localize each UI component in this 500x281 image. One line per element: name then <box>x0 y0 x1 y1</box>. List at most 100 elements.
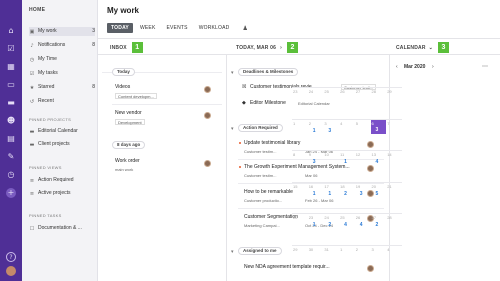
calendar-day[interactable]: 18 2 <box>339 183 355 211</box>
calendar-day[interactable]: 7 <box>386 120 402 148</box>
add-icon[interactable]: + <box>6 188 16 198</box>
grid-icon[interactable]: ▤ <box>6 134 16 144</box>
tab-workload[interactable]: WORKLOAD <box>195 23 234 33</box>
sidebar-item-my-time[interactable]: ◷ My Time <box>29 55 95 64</box>
calendar-day[interactable]: 17 1 <box>323 183 339 211</box>
task-tag[interactable]: Customer testim... <box>244 173 276 178</box>
calendar-task-count[interactable]: 1 <box>344 159 347 165</box>
calendar-task-count[interactable]: 5 <box>376 191 379 197</box>
calendar-task-count[interactable]: 3 <box>313 159 316 165</box>
section-deadlines[interactable]: Deadlines & Milestones <box>238 68 299 76</box>
calendar-header[interactable]: CALENDAR ⌄ 3 <box>396 39 450 56</box>
tab-today[interactable]: TODAY <box>107 23 133 33</box>
calendar-day[interactable]: 27 <box>355 88 371 116</box>
calendar-day[interactable]: 23 1 <box>308 214 324 242</box>
calendar-task-count[interactable]: 4 <box>360 222 363 228</box>
calendar-day[interactable]: 28 <box>386 214 402 242</box>
calendar-day[interactable]: 24 2 <box>323 214 339 242</box>
pinned-view-active-projects[interactable]: ≡ Active projects <box>29 189 95 198</box>
calendar-day[interactable]: 4 <box>339 120 355 148</box>
calendar-day[interactable]: 33 <box>323 120 339 148</box>
calendar-day[interactable]: 2 <box>355 246 371 274</box>
calendar-day[interactable]: 24 <box>308 88 324 116</box>
calendar-day[interactable]: 4 <box>386 246 402 274</box>
pinned-project-client-projects[interactable]: ▬ Client projects <box>29 140 95 149</box>
calendar-day[interactable]: 25 <box>323 88 339 116</box>
check-icon[interactable]: ☑ <box>6 44 16 54</box>
today-task-title[interactable]: How to be remarkable <box>244 189 293 195</box>
calendar-day[interactable]: 11 1 <box>339 151 355 179</box>
section-action-required[interactable]: Action Required <box>238 124 283 132</box>
calendar-day[interactable]: 23 <box>292 88 308 116</box>
sidebar-item-recent[interactable]: ↺ Recent <box>29 97 95 106</box>
calendar-task-count[interactable]: 3 <box>376 127 379 133</box>
task-check-icon[interactable]: ☒ <box>242 84 246 90</box>
pinned-task-documentation[interactable]: ☐ Documentation & ... <box>29 224 95 233</box>
calendar-task-count[interactable]: 2 <box>328 222 331 228</box>
sidebar-item-my-tasks[interactable]: ☑ My tasks <box>29 69 95 78</box>
inbox-header[interactable]: INBOX 1 <box>110 39 143 56</box>
calendar-day[interactable]: 21 <box>308 120 324 148</box>
collapse-icon[interactable]: ▾ <box>231 70 234 76</box>
calendar-day[interactable]: 28 <box>371 88 387 116</box>
home-icon[interactable]: ⌂ <box>6 26 16 36</box>
calendar-day[interactable]: 93 <box>308 151 324 179</box>
sidebar-item-my-work[interactable]: ▣ My work 3 <box>29 27 95 36</box>
calendar-task-count[interactable]: 3 <box>360 191 363 197</box>
calendar-task-count[interactable]: 2 <box>344 191 347 197</box>
next-month-icon[interactable]: › <box>432 64 434 70</box>
calendar-day[interactable]: 26 <box>339 88 355 116</box>
calendar-task-count[interactable]: 2 <box>376 222 379 228</box>
calendar-day[interactable]: 1 <box>339 246 355 274</box>
group-label-today[interactable]: Today <box>112 68 135 76</box>
more-icon[interactable]: ⋯ <box>482 63 488 70</box>
people-icon[interactable]: ☻ <box>6 116 16 126</box>
calendar-day[interactable]: 21 <box>386 183 402 211</box>
tab-week[interactable]: WEEK <box>136 23 160 33</box>
collapse-icon[interactable]: ▾ <box>231 126 234 132</box>
calendar-day[interactable]: 30 <box>308 246 324 274</box>
calendar-day[interactable]: 3 <box>371 246 387 274</box>
calendar-icon[interactable]: ▦ <box>6 62 16 72</box>
calendar-day[interactable]: 5 <box>355 120 371 148</box>
sidebar-item-starred[interactable]: ★ Starred 8 <box>29 83 95 92</box>
section-assigned-to-me[interactable]: Assigned to me <box>238 247 282 255</box>
calendar-task-count[interactable]: 3 <box>328 128 331 134</box>
inbox-task-title[interactable]: Videos <box>115 84 130 90</box>
clock-icon[interactable]: ◷ <box>6 170 16 180</box>
calendar-task-count[interactable]: 1 <box>313 128 316 134</box>
user-avatar-icon[interactable] <box>6 266 16 276</box>
calendar-day[interactable]: 22 <box>292 214 308 242</box>
calendar-day[interactable]: 29 <box>386 88 402 116</box>
pinned-view-action-required[interactable]: ≡ Action Required <box>29 176 95 185</box>
calendar-day[interactable]: 16 1 <box>308 183 324 211</box>
calendar-task-count[interactable]: 1 <box>313 222 316 228</box>
task-tag[interactable]: main work <box>115 167 133 172</box>
group-label-8-days-ago[interactable]: 8 days ago <box>112 141 146 149</box>
calendar-day[interactable]: 25 4 <box>339 214 355 242</box>
calendar-task-count[interactable]: 4 <box>376 159 379 165</box>
calendar-day-today[interactable]: 63 <box>370 119 387 134</box>
calendar-day[interactable]: 31 <box>323 246 339 274</box>
task-tag[interactable]: Content developm... <box>115 93 157 99</box>
settings-icon[interactable]: ✎ <box>6 152 16 162</box>
collapse-icon[interactable]: ▾ <box>231 249 234 255</box>
calendar-day[interactable]: 13 4 <box>371 151 387 179</box>
calendar-day[interactable]: 14 <box>386 151 402 179</box>
calendar-day[interactable]: 8 <box>292 151 308 179</box>
calendar-day[interactable]: 15 <box>292 183 308 211</box>
calendar-day[interactable]: 12 <box>355 151 371 179</box>
pinned-project-editorial-calendar[interactable]: ▬ Editorial Calendar <box>29 127 95 136</box>
chat-icon[interactable]: ▭ <box>6 80 16 90</box>
today-task-title[interactable]: Customer Segmentation <box>244 214 298 220</box>
calendar-task-count[interactable]: 1 <box>313 191 316 197</box>
inbox-task-title[interactable]: New vendor <box>115 110 142 116</box>
user-filter-icon[interactable]: ♟ <box>242 25 247 32</box>
task-tag[interactable]: Customer productio... <box>244 198 282 203</box>
calendar-day[interactable]: 26 4 <box>355 214 371 242</box>
today-task-title[interactable]: Editor Milestone <box>250 100 286 106</box>
calendar-day[interactable]: 20 5 <box>371 183 387 211</box>
inbox-task-title[interactable]: Work order <box>115 158 140 164</box>
task-tag[interactable]: Customer testim... <box>244 149 276 154</box>
today-header[interactable]: TODAY, MAR 06 › 2 <box>236 39 298 56</box>
